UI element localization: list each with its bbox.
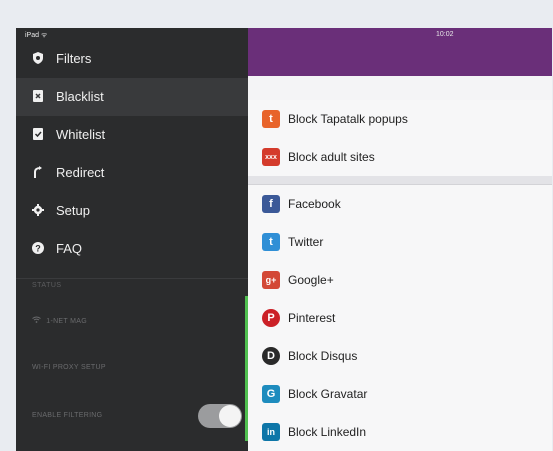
ipad-screen: iPad ᯤ 10:02 Filters Blacklist Whitelist (16, 28, 552, 451)
sidebar-item-blacklist[interactable]: Blacklist (16, 78, 248, 116)
sidebar-item-label: Redirect (56, 165, 105, 180)
sidebar-item-label: FAQ (56, 241, 83, 256)
enable-filtering-toggle[interactable] (198, 404, 242, 428)
list-item[interactable]: g+ Google+ (248, 261, 552, 300)
sidebar-item-faq[interactable]: ? FAQ (16, 230, 248, 268)
list-item-label: Block Gravatar (288, 387, 368, 401)
list-item-label: Block adult sites (288, 150, 375, 164)
status-section-header: STATUS (32, 282, 62, 289)
google-plus-icon: g+ (262, 271, 280, 289)
redirect-arrow-icon (32, 166, 44, 178)
list-item[interactable]: in Block LinkedIn (248, 413, 552, 451)
gravatar-icon: G (262, 385, 280, 403)
list-item-label: Block Tapatalk popups (288, 112, 408, 126)
list-item[interactable]: xxx Block adult sites (248, 138, 552, 177)
status-bar: iPad ᯤ 10:02 (16, 28, 552, 42)
sidebar-item-label: Filters (56, 51, 92, 66)
twitter-icon: t (262, 233, 280, 251)
sidebar-item-whitelist[interactable]: Whitelist (16, 116, 248, 154)
wifi-network-row[interactable]: 1-NET MAG (32, 316, 87, 325)
pinterest-icon: P (262, 309, 280, 327)
wifi-network-label: 1-NET MAG (46, 318, 87, 325)
list-item-label: Block LinkedIn (288, 425, 367, 439)
linkedin-icon: in (262, 423, 280, 441)
list-item[interactable]: t Twitter (248, 223, 552, 262)
list-item[interactable]: t Block Tapatalk popups (248, 100, 552, 139)
enable-filtering-label: ENABLE FILTERING (32, 412, 103, 419)
list-item-label: Twitter (288, 235, 324, 249)
svg-text:?: ? (35, 244, 41, 254)
wifi-proxy-setup-label: WI-FI PROXY SETUP (32, 364, 106, 371)
list-item-label: Google+ (288, 273, 334, 287)
sidebar-item-label: Whitelist (56, 127, 106, 142)
list-item-label: Facebook (288, 197, 341, 211)
main-panel: t Block Tapatalk popups xxx Block adult … (248, 28, 552, 451)
list-item[interactable]: D Block Disqus (248, 337, 552, 376)
list-item-label: Block Disqus (288, 349, 358, 363)
tapatalk-icon: t (262, 110, 280, 128)
list-item[interactable]: f Facebook (248, 185, 552, 224)
sidebar: Filters Blacklist Whitelist Redirect Set… (16, 28, 248, 451)
divider (16, 278, 248, 279)
disqus-icon: D (262, 347, 280, 365)
sidebar-item-filters[interactable]: Filters (16, 40, 248, 78)
sidebar-item-redirect[interactable]: Redirect (16, 154, 248, 192)
gear-icon (32, 204, 44, 216)
question-icon: ? (32, 242, 44, 254)
sidebar-item-label: Setup (56, 203, 90, 218)
clock: 10:02 (436, 31, 454, 38)
facebook-icon: f (262, 195, 280, 213)
blacklist-icon (32, 90, 44, 102)
sidebar-item-setup[interactable]: Setup (16, 192, 248, 230)
group-separator (248, 176, 552, 185)
adult-block-icon: xxx (262, 148, 280, 166)
whitelist-icon (32, 128, 44, 140)
shield-icon (32, 52, 44, 64)
list-item[interactable]: G Block Gravatar (248, 375, 552, 414)
device-label: iPad ᯤ (25, 32, 48, 39)
wifi-proxy-setup-row[interactable]: WI-FI PROXY SETUP (32, 364, 106, 371)
sidebar-item-label: Blacklist (56, 89, 104, 104)
wifi-icon (32, 316, 43, 325)
list-item-label: Pinterest (288, 311, 336, 325)
list-item[interactable]: P Pinterest (248, 299, 552, 338)
toggle-knob (219, 405, 241, 427)
